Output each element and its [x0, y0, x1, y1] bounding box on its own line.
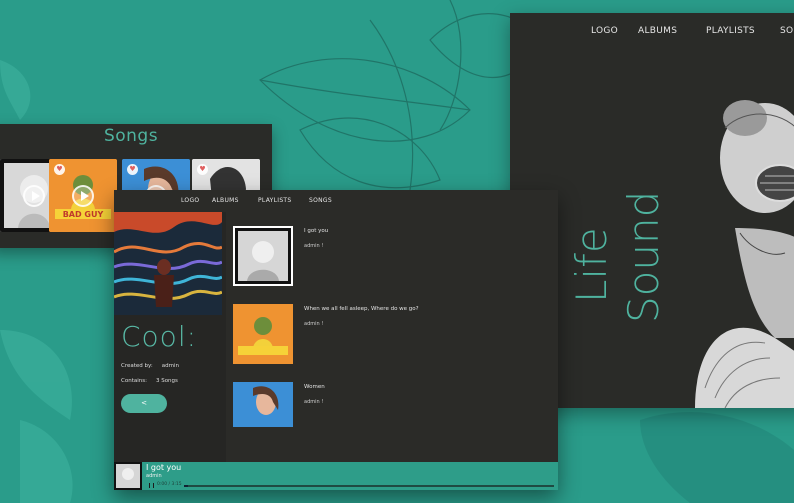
share-icon: < — [141, 399, 147, 407]
song-title[interactable]: When we all fell asleep, Where do we go? — [304, 306, 419, 312]
player-bar: I got you admin 0:00 / 3:15 — [114, 462, 558, 490]
song-artist: admin ! — [304, 399, 324, 405]
songs-title: Songs — [103, 126, 159, 146]
top-nav: LOGO ALBUMS PLAYLISTS SO — [510, 26, 794, 46]
pause-icon[interactable] — [149, 483, 154, 488]
top-nav: LOGO ALBUMS PLAYLISTS SONGS — [114, 197, 558, 209]
nav-playlists[interactable]: PLAYLISTS — [706, 26, 755, 36]
nav-playlists[interactable]: PLAYLISTS — [258, 197, 292, 204]
nav-albums[interactable]: ALBUMS — [638, 26, 677, 36]
song-title[interactable]: I got you — [304, 228, 328, 234]
album-art-text: BAD GUY — [63, 210, 104, 219]
song-thumbnail — [233, 304, 293, 364]
playlist-title: Cool: — [121, 320, 198, 353]
playlist-cover — [114, 212, 222, 315]
player-time: 0:00 / 3:15 — [157, 482, 182, 487]
created-by-value: admin — [161, 363, 179, 369]
heart-icon[interactable]: ♥ — [127, 164, 138, 175]
player-song-title: I got you — [146, 463, 182, 472]
player-artist: admin — [146, 473, 162, 479]
playlist-sidebar: Cool: Created by: admin Contains: 3 Songs … — [114, 212, 226, 468]
song-artist: admin ! — [304, 321, 324, 327]
progress-bar[interactable] — [184, 485, 554, 487]
song-tile[interactable]: BAD GUY ♥ — [49, 159, 117, 232]
playlist-count: Contains: 3 Songs — [121, 378, 178, 384]
nav-albums[interactable]: ALBUMS — [212, 197, 239, 204]
nav-logo[interactable]: LOGO — [181, 197, 199, 204]
heart-icon[interactable]: ♥ — [54, 164, 65, 175]
playlist-window: LOGO ALBUMS PLAYLISTS SONGS Cool: Create… — [114, 190, 558, 490]
player-thumbnail — [114, 462, 142, 490]
contains-value: 3 Songs — [155, 378, 178, 384]
play-icon[interactable] — [23, 184, 45, 207]
created-by-label: Created by: — [121, 363, 153, 369]
progress-fill — [184, 485, 188, 487]
share-button[interactable]: < — [121, 394, 167, 413]
song-title[interactable]: Women — [304, 384, 325, 390]
song-artist: admin ! — [304, 243, 324, 249]
playlist-creator: Created by: admin — [121, 363, 179, 369]
headline-vertical: Life Sound — [567, 133, 673, 333]
contains-label: Contains: — [121, 378, 147, 384]
headline-life: Life — [568, 227, 616, 303]
hero-portrait-illustration — [695, 100, 794, 408]
song-thumbnail — [233, 226, 293, 286]
heart-icon[interactable]: ♥ — [197, 164, 208, 175]
nav-songs[interactable]: SONGS — [309, 197, 332, 204]
nav-logo[interactable]: LOGO — [591, 26, 618, 36]
song-thumbnail — [233, 382, 293, 427]
headline-sound: Sound — [619, 191, 668, 323]
nav-songs[interactable]: SO — [780, 26, 793, 36]
play-icon[interactable] — [72, 184, 94, 207]
